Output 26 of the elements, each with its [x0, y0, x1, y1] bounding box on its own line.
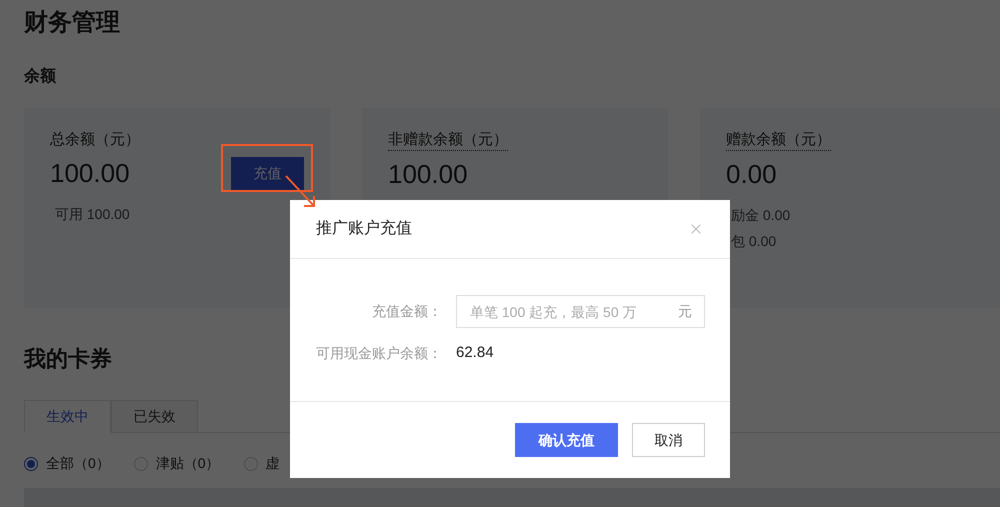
field-label: 可用现金账户余额： [316, 344, 443, 363]
balance-value: 62.84 [456, 343, 494, 364]
balance-detail: 可用 100.00 [55, 205, 130, 224]
tab[interactable]: 生效中 [24, 400, 111, 433]
balance-amount: 0.00 [726, 158, 777, 191]
radio-option[interactable]: 虚 [244, 453, 280, 474]
page-title: 财务管理 [24, 8, 120, 38]
balance-detail: 励金 0.00 [731, 206, 790, 225]
card-label: 总余额（元） [50, 130, 140, 150]
balance-amount: 100.00 [50, 157, 130, 190]
balance-amount: 100.00 [388, 158, 468, 191]
card-label: 非赠款余额（元） [388, 130, 508, 151]
section-heading: 余额 [24, 66, 56, 87]
section-heading: 我的卡券 [24, 345, 112, 373]
card-label: 赠款余额（元） [726, 130, 831, 151]
field-label: 充值金额： [371, 302, 443, 322]
radio-option[interactable]: 全部（0） [24, 453, 110, 474]
balance-detail: 包 0.00 [731, 232, 778, 251]
dialog-title: 推广账户充值 [316, 218, 412, 239]
annotation-arrow [284, 174, 318, 210]
unit-label: 元 [678, 302, 692, 322]
recharge-button[interactable]: 充值 [231, 156, 304, 190]
tab[interactable]: 已失效 [111, 400, 198, 433]
confirm-button[interactable]: 确认充值 [515, 423, 618, 457]
radio-option[interactable]: 津贴（0） [134, 453, 220, 474]
cancel-button[interactable]: 取消 [632, 423, 705, 457]
